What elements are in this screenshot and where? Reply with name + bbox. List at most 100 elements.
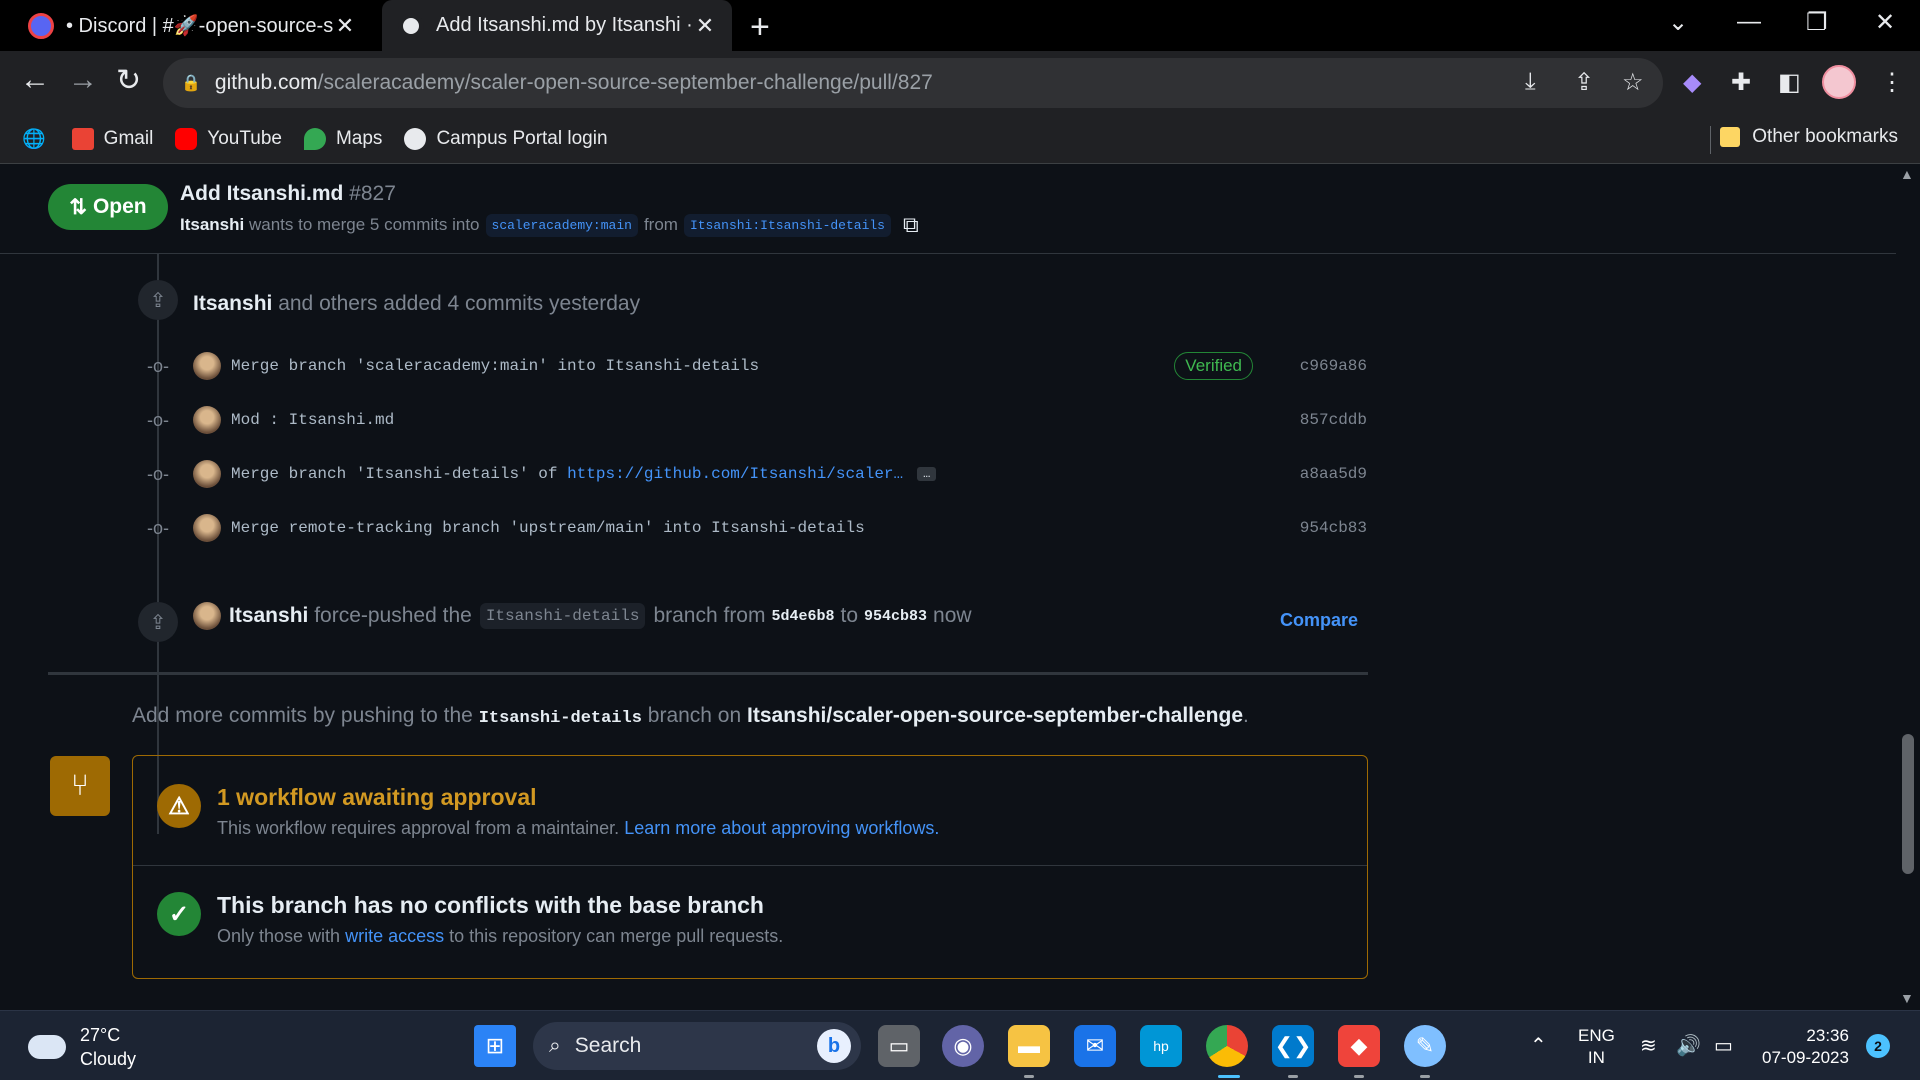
base-branch[interactable]: scaleracademy:main	[485, 213, 638, 237]
minimize-icon[interactable]: —	[1737, 8, 1761, 36]
share-icon[interactable]: ⇪	[1574, 68, 1594, 97]
avatar[interactable]	[193, 460, 221, 488]
repo-link[interactable]: Itsanshi/scaler-open-source-september-ch…	[747, 704, 1243, 727]
wifi-icon[interactable]: ≋	[1640, 1033, 1657, 1058]
scrollbar-thumb[interactable]	[1902, 734, 1914, 874]
write-access-link[interactable]: write access	[345, 926, 444, 946]
bookmark-gmail[interactable]: Gmail	[71, 127, 153, 150]
copy-icon[interactable]: ⧉	[903, 212, 919, 238]
tab-github-pr[interactable]: Add Itsanshi.md by Itsanshi · Pull ✕	[382, 0, 732, 51]
scroll-down-icon[interactable]: ▼	[1900, 990, 1914, 1006]
tab-title: • Discord | #🚀-open-source-sep	[66, 15, 334, 37]
volume-icon[interactable]: 🔊	[1676, 1033, 1701, 1058]
commit-sha[interactable]: 954cb83	[1295, 519, 1367, 537]
chrome-icon[interactable]	[1206, 1025, 1248, 1067]
commit-sha[interactable]: 857cddb	[1295, 411, 1367, 429]
tab-title: Add Itsanshi.md by Itsanshi · Pull	[436, 14, 694, 36]
commit-message[interactable]: Mod : Itsanshi.md	[231, 411, 1295, 429]
tab-search-icon[interactable]: ⌄	[1668, 8, 1688, 37]
avatar[interactable]	[193, 514, 221, 542]
commit-message[interactable]: Merge branch 'scaleracademy:main' into I…	[231, 357, 1174, 375]
paint-icon[interactable]: ✎	[1404, 1025, 1446, 1067]
side-panel-icon[interactable]: ◧	[1778, 68, 1801, 97]
reload-icon[interactable]: ↻	[116, 63, 141, 98]
pr-state-badge: ⇅ Open	[48, 184, 168, 230]
taskbar-search[interactable]: ⌕ Search b	[533, 1022, 861, 1070]
no-conflicts-row: ✓ This branch has no conflicts with the …	[133, 866, 1367, 978]
notification-badge[interactable]: 2	[1866, 1034, 1890, 1058]
address-bar[interactable]: 🔒 github.com/scaleracademy/scaler-open-s…	[163, 58, 1663, 108]
commits-author[interactable]: Itsanshi	[193, 292, 272, 315]
bing-icon[interactable]: b	[817, 1029, 851, 1063]
profile-avatar[interactable]	[1822, 65, 1856, 99]
commit-row: -o- Mod : Itsanshi.md 857cddb	[145, 400, 1367, 440]
commit-dot-icon: -o-	[147, 355, 169, 376]
close-tab-icon[interactable]: ✕	[694, 13, 716, 39]
close-window-icon[interactable]: ✕	[1875, 8, 1895, 37]
lang-code: ENG	[1578, 1026, 1615, 1045]
page-scrollbar[interactable]: ▲ ▼	[1896, 164, 1920, 1010]
pr-title-text: Add Itsanshi.md	[180, 182, 344, 205]
commit-sha[interactable]: c969a86	[1295, 357, 1367, 375]
to-sha[interactable]: 954cb83	[864, 608, 927, 625]
head-branch[interactable]: Itsanshi:Itsanshi-details	[683, 213, 891, 237]
scroll-up-icon[interactable]: ▲	[1900, 166, 1914, 182]
anydesk-icon[interactable]: ◆	[1338, 1025, 1380, 1067]
extension-color-icon[interactable]: ◆	[1683, 68, 1701, 97]
file-explorer-icon[interactable]: ▬	[1008, 1025, 1050, 1067]
commit-row: -o- Merge branch 'Itsanshi-details' of h…	[145, 454, 1367, 494]
tab-discord[interactable]: • Discord | #🚀-open-source-sep ✕	[12, 0, 372, 51]
bookmark-maps[interactable]: Maps	[303, 127, 382, 150]
bookmark-campus-portal[interactable]: Campus Portal login	[404, 127, 608, 150]
expand-message-button[interactable]: …	[917, 466, 937, 481]
force-push-time[interactable]: now	[933, 604, 972, 628]
restore-icon[interactable]: ❐	[1806, 8, 1828, 37]
commit-sha[interactable]: a8aa5d9	[1295, 465, 1367, 483]
commit-message[interactable]: Merge branch 'Itsanshi-details' of https…	[231, 465, 1295, 483]
other-bookmarks[interactable]: Other bookmarks	[1720, 126, 1898, 148]
lock-icon[interactable]: 🔒	[181, 73, 201, 93]
check-icon: ✓	[157, 892, 201, 936]
apps-icon[interactable]: 🌐	[22, 127, 46, 151]
bookmark-youtube[interactable]: YouTube	[175, 127, 282, 150]
running-indicator	[1218, 1075, 1240, 1078]
commit-dot-icon: -o-	[147, 463, 169, 484]
forward-icon[interactable]: →	[68, 63, 98, 97]
force-push-author[interactable]: Itsanshi	[229, 604, 308, 628]
teams-chat-icon[interactable]: ◉	[942, 1025, 984, 1067]
vscode-icon[interactable]: ❮❯	[1272, 1025, 1314, 1067]
close-tab-icon[interactable]: ✕	[334, 13, 356, 39]
language-indicator[interactable]: ENG IN	[1578, 1025, 1615, 1069]
pr-author[interactable]: Itsanshi	[180, 215, 244, 235]
extensions-puzzle-icon[interactable]: ✚	[1731, 68, 1751, 97]
weather-widget[interactable]: 27°C Cloudy	[28, 1023, 136, 1071]
system-clock[interactable]: 23:36 07-09-2023	[1762, 1025, 1849, 1069]
start-icon[interactable]: ⊞	[474, 1025, 516, 1067]
new-tab-button[interactable]: +	[750, 8, 770, 47]
force-push-branch[interactable]: Itsanshi-details	[479, 603, 646, 629]
back-icon[interactable]: ←	[20, 63, 50, 97]
compare-link[interactable]: Compare	[1280, 610, 1358, 631]
battery-icon[interactable]: ▭	[1714, 1033, 1733, 1058]
avatar[interactable]	[193, 406, 221, 434]
tab-strip: • Discord | #🚀-open-source-sep ✕ Add Its…	[0, 0, 1920, 51]
search-label: Search	[574, 1034, 642, 1057]
repo-push-icon: ⇪	[138, 280, 178, 320]
avatar[interactable]	[193, 602, 221, 630]
install-icon[interactable]: ⤓	[1525, 68, 1536, 96]
avatar[interactable]	[193, 352, 221, 380]
pr-sticky-header: ⇅ Open Add Itsanshi.md #827 Itsanshi wan…	[0, 164, 1896, 254]
commit-message-link[interactable]: https://github.com/Itsanshi/scaler…	[567, 465, 903, 483]
mail-icon[interactable]: ✉	[1074, 1025, 1116, 1067]
from-sha[interactable]: 5d4e6b8	[771, 608, 834, 625]
learn-more-link[interactable]: Learn more about approving workflows.	[624, 818, 939, 838]
commit-message[interactable]: Merge remote-tracking branch 'upstream/m…	[231, 519, 1295, 537]
clock-time: 23:36	[1806, 1026, 1849, 1045]
bookmark-star-icon[interactable]: ☆	[1622, 68, 1644, 97]
show-hidden-icons-icon[interactable]: ⌃	[1530, 1033, 1547, 1058]
running-indicator	[1354, 1075, 1364, 1078]
task-view-icon[interactable]: ▭	[878, 1025, 920, 1067]
myhp-icon[interactable]: hp	[1140, 1025, 1182, 1067]
verified-badge[interactable]: Verified	[1174, 352, 1253, 380]
menu-icon[interactable]: ⋮	[1880, 68, 1904, 97]
